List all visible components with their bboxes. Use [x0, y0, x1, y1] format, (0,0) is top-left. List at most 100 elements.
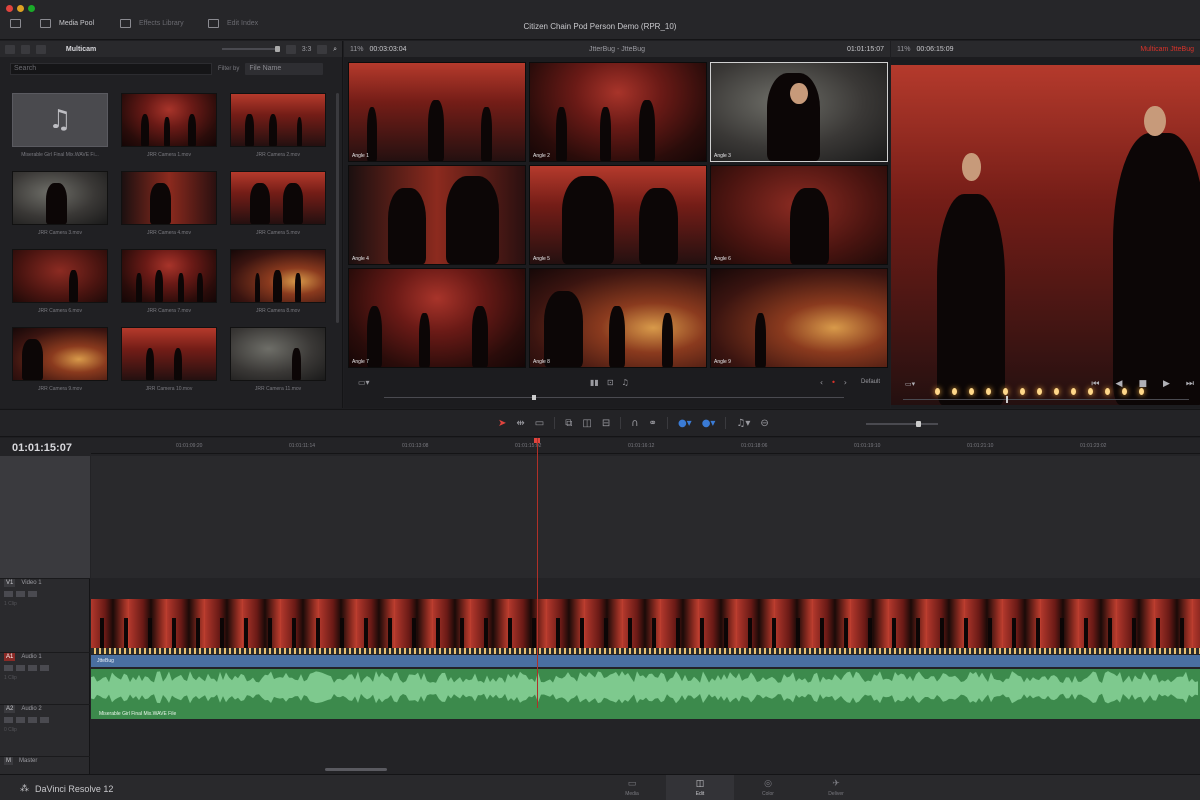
source-scrub-handle[interactable] [532, 395, 536, 400]
solo-icon[interactable] [40, 717, 49, 723]
mute-icon[interactable] [28, 717, 37, 723]
track-code[interactable]: M [4, 757, 13, 765]
auto-select-icon[interactable] [16, 591, 25, 597]
tab-media[interactable]: ▭ Media [598, 775, 666, 800]
stop-icon[interactable]: ■ [1138, 379, 1147, 389]
skip-to-end-icon[interactable]: ⏭ [1186, 379, 1194, 389]
track-code[interactable]: V1 [4, 579, 16, 587]
clip-item[interactable]: ♫ Miserable Girl Final Mix.WAVE Fi... [12, 93, 108, 171]
video-only-icon[interactable]: ▮▮ [590, 378, 599, 387]
zoom-out-icon[interactable]: ⊖ [760, 418, 768, 429]
timeline-scrub-handle[interactable] [1006, 396, 1008, 403]
auto-select-icon[interactable] [16, 665, 25, 671]
play-icon[interactable]: ▶ [1163, 379, 1170, 389]
forward-arrow-icon[interactable] [36, 44, 46, 54]
timeline-name[interactable]: Multicam JtteBug [1140, 46, 1194, 53]
angle-display-icon[interactable]: ▭▾ [358, 378, 370, 387]
sort-icon[interactable] [286, 44, 296, 54]
media-pool-scrollbar[interactable] [336, 93, 339, 323]
video-clip-label[interactable]: JtteBug [91, 655, 1200, 667]
audio-level-icon[interactable]: ♫▾ [736, 418, 750, 429]
selection-tool-icon[interactable]: ➤ [498, 418, 506, 429]
search-icon[interactable]: ⌕ [333, 45, 337, 54]
list-view-icon[interactable] [317, 44, 328, 54]
video-audio-icon[interactable]: ⊡ [607, 378, 614, 387]
angle-tile[interactable]: Angle 1 [348, 62, 526, 162]
clip-thumbnail [230, 171, 326, 225]
clip-item[interactable]: JRR Camera 6.mov [12, 249, 108, 327]
back-arrow-icon[interactable] [20, 44, 31, 54]
angle-tile[interactable]: Angle 7 [348, 268, 526, 368]
clip-item[interactable]: JRR Camera 8.mov [230, 249, 326, 327]
angle-tile[interactable]: Angle 8 [529, 268, 707, 368]
angle-tile[interactable]: Angle 5 [529, 165, 707, 265]
timeline-zoom[interactable]: 11% [897, 46, 911, 53]
flag-icon[interactable]: ●▾ [678, 418, 692, 429]
clip-item[interactable]: JRR Camera 3.mov [12, 171, 108, 249]
angle-tile[interactable]: Angle 9 [710, 268, 888, 368]
tab-edit[interactable]: ◫ Edit [666, 775, 734, 800]
insert-clip-icon[interactable]: ⧉ [565, 418, 572, 429]
angle-tile[interactable]: Angle 6 [710, 165, 888, 265]
visibility-icon[interactable] [28, 591, 37, 597]
timeline-ruler[interactable]: 01:01:09:20 01:01:11:14 01:01:13:08 01:0… [91, 438, 1200, 454]
zoom-window-button[interactable] [28, 5, 35, 12]
video-clip[interactable] [91, 599, 1200, 654]
overwrite-clip-icon[interactable]: ◫ [582, 418, 591, 429]
track-header-audio-2[interactable]: A2 Audio 2 0 Clip [0, 704, 90, 756]
clip-item[interactable]: JRR Camera 11.mov [230, 327, 326, 405]
bin-list-toggle-icon[interactable] [5, 44, 15, 54]
filter-dropdown[interactable]: File Name [245, 63, 324, 75]
track-header-audio-1[interactable]: A1 Audio 1 1 Clip [0, 652, 90, 704]
lock-icon[interactable] [4, 717, 13, 723]
clip-item[interactable]: JRR Camera 5.mov [230, 171, 326, 249]
track-header-video-1[interactable]: V1 Video 1 1 Clip [0, 578, 90, 652]
clip-item[interactable]: JRR Camera 9.mov [12, 327, 108, 405]
snapping-icon[interactable]: ∩ [631, 418, 638, 429]
angle-tile[interactable]: Angle 2 [529, 62, 707, 162]
zoom-slider-handle[interactable] [916, 421, 921, 427]
track-code[interactable]: A2 [4, 705, 16, 713]
replace-clip-icon[interactable]: ⊟ [602, 418, 610, 429]
solo-icon[interactable] [40, 665, 49, 671]
lock-icon[interactable] [4, 591, 13, 597]
viewer-options-icon[interactable]: ▭▾ [905, 380, 915, 388]
blade-tool-icon[interactable]: ▭ [535, 418, 544, 429]
angle-label: Angle 1 [352, 153, 369, 159]
lock-icon[interactable] [4, 665, 13, 671]
mute-icon[interactable] [28, 665, 37, 671]
clip-item[interactable]: JRR Camera 7.mov [121, 249, 217, 327]
timeline-scrubber[interactable] [903, 396, 1189, 403]
playhead[interactable] [537, 438, 538, 708]
thumbnail-size-slider[interactable] [222, 46, 281, 52]
search-input[interactable]: Search [10, 63, 212, 75]
link-icon[interactable]: ⚭ [649, 418, 657, 429]
previous-angle-icon[interactable]: ‹ [820, 378, 823, 387]
clip-item[interactable]: JRR Camera 10.mov [121, 327, 217, 405]
angle-tile[interactable]: Angle 3 [710, 62, 888, 162]
skip-to-start-icon[interactable]: ⏮ [1091, 379, 1099, 389]
clip-item[interactable]: JRR Camera 2.mov [230, 93, 326, 171]
angle-label: Angle 4 [352, 256, 369, 262]
display-mode-dropdown[interactable]: Default [861, 379, 880, 385]
next-angle-icon[interactable]: › [844, 378, 847, 387]
trim-tool-icon[interactable]: ⇹ [516, 418, 524, 429]
source-scrubber[interactable] [384, 395, 844, 400]
auto-select-icon[interactable] [16, 717, 25, 723]
tab-color[interactable]: ◎ Color [734, 775, 802, 800]
track-header-master[interactable]: M Master [0, 756, 90, 774]
close-window-button[interactable] [6, 5, 13, 12]
slider-handle[interactable] [275, 46, 281, 52]
source-zoom[interactable]: 11% [350, 46, 364, 53]
marker-icon[interactable]: ●▾ [702, 418, 716, 429]
audio-only-icon[interactable]: ♫ [622, 378, 629, 387]
tab-deliver[interactable]: ✈ Deliver [802, 775, 870, 800]
clip-item[interactable]: JRR Camera 1.mov [121, 93, 217, 171]
timeline-zoom-slider[interactable] [866, 421, 938, 427]
clip-item[interactable]: JRR Camera 4.mov [121, 171, 217, 249]
track-code[interactable]: A1 [4, 653, 16, 661]
play-reverse-icon[interactable]: ◀ [1116, 379, 1123, 389]
minimize-window-button[interactable] [17, 5, 24, 12]
angle-tile[interactable]: Angle 4 [348, 165, 526, 265]
timeline-scrollbar[interactable] [325, 768, 387, 771]
